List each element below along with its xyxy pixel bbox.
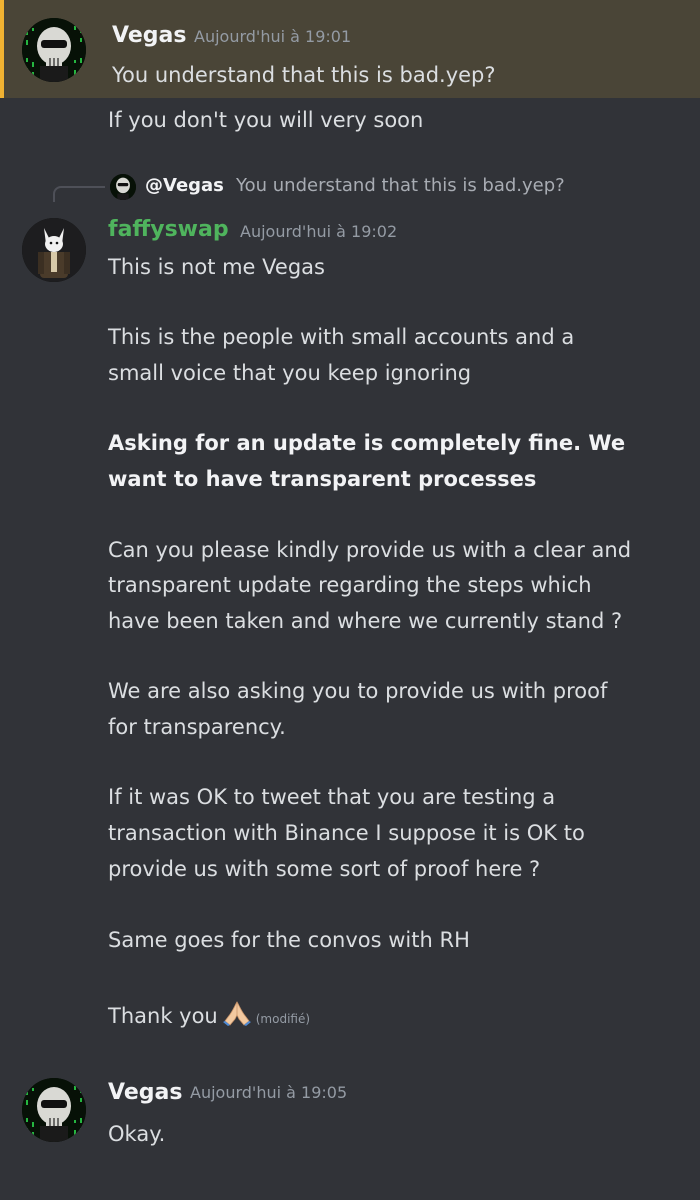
message-line: Okay. [108, 1122, 166, 1146]
message-line: If you don't you will very soon [108, 108, 424, 132]
message-line-thanks: Thank you (modifié) [108, 998, 310, 1038]
message-author[interactable]: faffyswap [108, 217, 229, 242]
message-timestamp: Aujourd'hui à 19:01 [194, 27, 352, 46]
message-line: This is not me Vegas [108, 255, 325, 279]
vegas-avatar-icon[interactable] [22, 18, 86, 82]
message-timestamp: Aujourd'hui à 19:02 [240, 222, 398, 241]
edited-label: (modifié) [255, 1012, 311, 1026]
message-line: have been taken and where we currently s… [108, 609, 623, 633]
message-author[interactable]: Vegas [108, 1080, 182, 1105]
reply-preview-text[interactable]: You understand that this is bad.yep? [236, 175, 565, 196]
message-line: small voice that you keep ignoring [108, 361, 472, 385]
message-line-bold: Asking for an update is completely fine.… [108, 431, 626, 455]
message-line: Can you please kindly provide us with a … [108, 538, 632, 562]
message-line: for transparency. [108, 715, 286, 739]
thanks-text: Thank you [108, 1004, 218, 1028]
message-author[interactable]: Vegas [112, 23, 186, 48]
vegas-avatar-icon[interactable] [22, 1078, 86, 1142]
message-vegas-1[interactable]: Vegas Aujourd'hui à 19:01 You understand… [0, 0, 700, 98]
message-line: If it was OK to tweet that you are testi… [108, 785, 556, 809]
faffyswap-avatar-icon[interactable] [22, 218, 86, 282]
reply-vegas-avatar-icon[interactable] [110, 174, 136, 200]
message-line: We are also asking you to provide us wit… [108, 679, 608, 703]
reply-connector [53, 186, 105, 202]
message-line: provide us with some sort of proof here … [108, 857, 541, 881]
folded-hands-emoji-icon [222, 999, 252, 1038]
message-line: You understand that this is bad.yep? [112, 63, 496, 87]
message-line: transparent update regarding the steps w… [108, 573, 592, 597]
message-line: transaction with Binance I suppose it is… [108, 821, 585, 845]
message-line-bold: want to have transparent processes [108, 467, 537, 491]
message-line: This is the people with small accounts a… [108, 325, 575, 349]
message-timestamp: Aujourd'hui à 19:05 [190, 1083, 348, 1102]
message-line: Same goes for the convos with RH [108, 928, 470, 952]
reply-mention[interactable]: @Vegas [145, 175, 224, 196]
